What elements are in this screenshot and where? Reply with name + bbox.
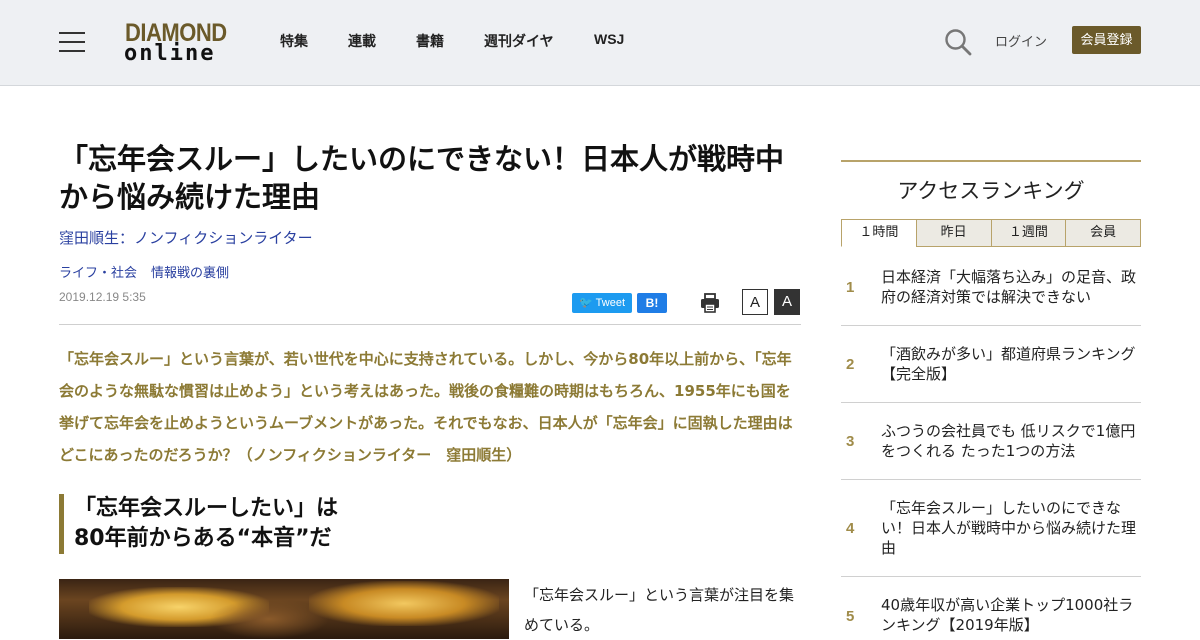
ranking-headline: 日本経済「大幅落ち込み」の足音、政府の経済対策では解決できない (881, 268, 1137, 306)
ranking-headline: 「忘年会スルー」したいのにできない！日本人が戦時中から悩み続けた理由 (881, 499, 1137, 557)
tab-1-week[interactable]: １週間 (990, 219, 1067, 247)
tab-1-hour[interactable]: １時間 (841, 219, 917, 247)
hatena-bookmark-button[interactable]: B! (637, 293, 667, 313)
section-heading-line-2: 80年前からある“本音”だ (74, 526, 332, 551)
search-icon[interactable] (944, 28, 972, 56)
ranking-item[interactable]: 2 「酒飲みが多い」都道府県ランキング【完全版】 (841, 326, 1141, 403)
tab-yesterday[interactable]: 昨日 (915, 219, 992, 247)
ranking-number: 1 (846, 279, 855, 296)
print-icon[interactable] (699, 292, 721, 314)
nav-item-series[interactable]: 連載 (348, 31, 376, 51)
font-size-large-button[interactable]: A (774, 289, 800, 315)
logo-bottom-text: online (124, 41, 216, 66)
section-heading-line-1: 「忘年会スルーしたい」は (74, 496, 339, 521)
ranking-top-rule (841, 160, 1141, 162)
author-link[interactable]: 窪田順生：ノンフィクションライター (59, 227, 313, 248)
ranking-number: 4 (846, 520, 855, 537)
tab-members[interactable]: 会員 (1065, 219, 1141, 247)
twitter-icon: 🐦 (578, 297, 593, 309)
login-link[interactable]: ログイン (995, 31, 1047, 50)
nav-item-wsj[interactable]: WSJ (594, 31, 624, 47)
series-tag-information-war[interactable]: 情報戦の裏側 (151, 262, 229, 281)
article-photo (59, 579, 509, 639)
ranking-number: 3 (846, 433, 855, 450)
ranking-item[interactable]: 1 日本経済「大幅落ち込み」の足音、政府の経済対策では解決できない (841, 248, 1141, 326)
ranking-tabs: １時間 昨日 １週間 会員 (841, 219, 1141, 247)
article-divider (59, 324, 801, 325)
tweet-button[interactable]: 🐦 Tweet (572, 293, 632, 313)
nav-item-features[interactable]: 特集 (280, 31, 308, 51)
ranking-number: 5 (846, 608, 855, 625)
publish-date: 2019.12.19 5:35 (59, 290, 146, 304)
article-lead: 「忘年会スルー」という言葉が、若い世代を中心に支持されている。しかし、今から80… (59, 350, 793, 464)
site-logo[interactable]: DIAMOND online (124, 18, 227, 66)
ranking-number: 2 (846, 356, 855, 373)
tweet-label: Tweet (595, 297, 626, 309)
nav-item-weekly-diamond[interactable]: 週刊ダイヤ (484, 31, 554, 51)
article-title: 「忘年会スルー」したいのにできない！日本人が戦時中から悩み続けた理由 (59, 142, 785, 214)
ranking-item[interactable]: 5 40歳年収が高い企業トップ1000社ランキング【2019年版】 (841, 577, 1141, 634)
ranking-item[interactable]: 4 「忘年会スルー」したいのにできない！日本人が戦時中から悩み続けた理由 (841, 480, 1141, 577)
ranking-headline: 40歳年収が高い企業トップ1000社ランキング【2019年版】 (881, 596, 1134, 634)
ranking-headline: ふつうの会社員でも 低リスクで1億円をつくれる たった1つの方法 (881, 422, 1136, 460)
nav-item-books[interactable]: 書籍 (416, 31, 444, 51)
category-tag-life-society[interactable]: ライフ・社会 (59, 262, 137, 281)
section-heading: 「忘年会スルーしたい」は 80年前からある“本音”だ (59, 494, 801, 554)
article-body-text: 「忘年会スルー」という言葉が注目を集めている。 (524, 586, 795, 634)
ranking-title: アクセスランキング (897, 179, 1085, 203)
site-header: DIAMOND online 特集 連載 書籍 週刊ダイヤ WSJ ログイン 会… (0, 0, 1200, 86)
ranking-item[interactable]: 3 ふつうの会社員でも 低リスクで1億円をつくれる たった1つの方法 (841, 403, 1141, 480)
menu-icon[interactable] (59, 32, 85, 52)
font-size-small-button[interactable]: A (742, 289, 768, 315)
register-button[interactable]: 会員登録 (1072, 26, 1141, 54)
ranking-headline: 「酒飲みが多い」都道府県ランキング【完全版】 (881, 345, 1136, 383)
